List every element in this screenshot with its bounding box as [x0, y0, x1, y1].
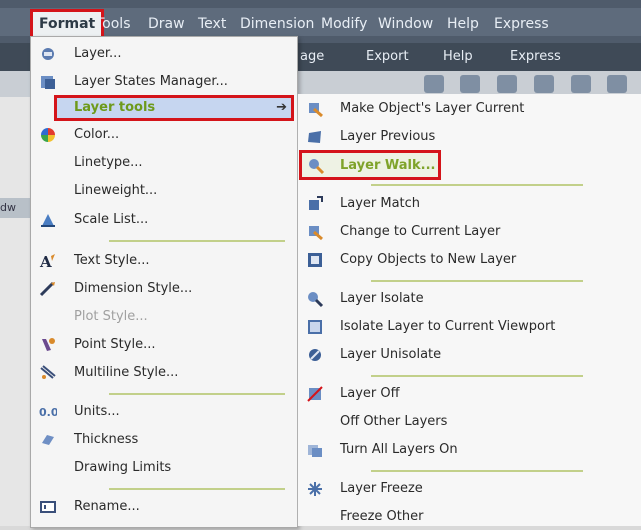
menu-draw[interactable]: Draw [148, 12, 185, 36]
ribbon-tab-page[interactable]: age [300, 47, 324, 67]
layer-walk-icon [309, 159, 325, 175]
submenu-item-change-current[interactable]: Change to Current Layer [298, 219, 641, 245]
submenu-item-freeze-other[interactable]: Freeze Other [298, 504, 641, 530]
toolbar-layer-icon-6[interactable] [607, 75, 627, 93]
submenu-item-off-other-layers[interactable]: Off Other Layers [298, 409, 641, 435]
menu-tools[interactable]: Tools [96, 12, 131, 36]
menu-item-multiline-style[interactable]: Multiline Style... [31, 360, 297, 386]
menu-separator [109, 488, 285, 490]
menu-item-layer-states[interactable]: Layer States Manager... [31, 69, 297, 95]
submenu-item-make-current[interactable]: Make Object's Layer Current [298, 96, 641, 122]
toolbar-layer-icon-2[interactable] [460, 75, 480, 93]
color-wheel-icon [41, 128, 55, 142]
submenu-item-layer-off[interactable]: Layer Off [298, 381, 641, 407]
submenu-arrow-icon: ➔ [276, 100, 287, 115]
menu-item-plot-style: Plot Style... [74, 309, 148, 324]
submenu-item-layer-walk[interactable]: Layer Walk... [299, 150, 441, 180]
submenu-item-layer-freeze[interactable]: Layer Freeze [298, 476, 641, 502]
submenu-separator [371, 470, 583, 472]
layer-off-icon [307, 386, 323, 402]
submenu-separator [371, 280, 583, 282]
thickness-icon [42, 435, 54, 445]
menu-express[interactable]: Express [494, 12, 549, 36]
menu-item-linetype[interactable]: Linetype... [31, 150, 297, 176]
menu-item-thickness[interactable]: Thickness [31, 427, 297, 453]
ribbon-tab-export[interactable]: Export [366, 47, 409, 67]
layer-states-icon [41, 76, 55, 89]
toolbar-layer-icon-4[interactable] [534, 75, 554, 93]
rename-icon [40, 501, 56, 513]
drawing-tab[interactable]: dw [0, 198, 30, 218]
turn-all-on-icon [308, 445, 322, 457]
menu-item-layer[interactable]: Layer... [31, 41, 297, 67]
layer-unisolate-icon [309, 349, 321, 361]
layer-icon [42, 48, 54, 60]
menu-item-rename[interactable]: Rename... [31, 494, 297, 520]
submenu-item-layer-match[interactable]: Layer Match [298, 191, 641, 217]
submenu-separator [371, 184, 583, 186]
copy-objects-icon [308, 253, 322, 267]
menu-help[interactable]: Help [447, 12, 479, 36]
svg-text:A: A [39, 253, 52, 270]
menu-item-units[interactable]: 0.0 Units... [31, 399, 297, 425]
multiline-style-icon [40, 365, 56, 379]
menu-item-scale-list[interactable]: Scale List... [31, 207, 297, 233]
svg-text:0.0: 0.0 [39, 406, 57, 419]
submenu-item-isolate-viewport[interactable]: Isolate Layer to Current Viewport [298, 314, 641, 340]
submenu-item-layer-isolate[interactable]: Layer Isolate [298, 286, 641, 312]
submenu-item-layer-unisolate[interactable]: Layer Unisolate [298, 342, 641, 368]
menu-item-point-style[interactable]: Point Style... [31, 332, 297, 358]
submenu-separator [371, 375, 583, 377]
menu-separator [109, 240, 285, 242]
submenu-item-copy-objects[interactable]: Copy Objects to New Layer [298, 247, 641, 273]
layer-match-icon [309, 196, 323, 210]
submenu-item-turn-all-on[interactable]: Turn All Layers On [298, 437, 641, 463]
menu-separator [109, 393, 285, 395]
isolate-viewport-icon [308, 320, 322, 334]
point-style-icon [42, 338, 55, 351]
ribbon-tab-express[interactable]: Express [510, 47, 561, 67]
dimension-style-icon [39, 281, 55, 297]
layer-isolate-icon [308, 292, 324, 308]
change-current-icon [309, 226, 323, 241]
menu-text[interactable]: Text [198, 12, 226, 36]
ribbon-tab-help[interactable]: Help [443, 47, 473, 67]
scale-list-icon [41, 214, 55, 227]
submenu-item-layer-previous[interactable]: Layer Previous [298, 124, 641, 150]
layer-previous-icon [308, 131, 321, 143]
toolbar-layer-icon-3[interactable] [497, 75, 517, 93]
units-icon: 0.0 [39, 406, 57, 419]
make-current-icon [309, 103, 323, 118]
layer-freeze-icon [308, 482, 322, 496]
menu-item-drawing-limits[interactable]: Drawing Limits [31, 455, 297, 481]
menu-item-lineweight[interactable]: Lineweight... [31, 178, 297, 204]
text-style-icon: A [39, 253, 55, 270]
menu-modify[interactable]: Modify [321, 12, 367, 36]
menu-item-text-style[interactable]: A Text Style... [31, 248, 297, 274]
menu-format[interactable]: Format [30, 9, 105, 39]
toolbar-layer-icon[interactable] [424, 75, 444, 93]
left-panel [0, 97, 30, 526]
menu-dimension[interactable]: Dimension [240, 12, 314, 36]
toolbar-layer-icon-5[interactable] [571, 75, 591, 93]
menu-window[interactable]: Window [378, 12, 433, 36]
menu-item-layer-tools[interactable]: Layer tools ➔ [54, 95, 294, 121]
menu-item-dimension-style[interactable]: Dimension Style... [31, 276, 297, 302]
menu-item-color[interactable]: Color... [31, 122, 297, 148]
